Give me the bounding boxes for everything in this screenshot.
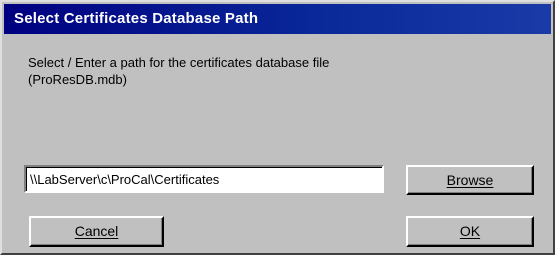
path-prompt-text: Select / Enter a path for the certificat… <box>28 55 330 87</box>
ok-button-label: OK <box>459 223 481 239</box>
database-path-input[interactable] <box>24 165 384 193</box>
browse-button[interactable]: Browse <box>406 165 534 195</box>
cancel-button[interactable]: Cancel <box>29 216 164 247</box>
select-certificates-dialog: Select Certificates Database Path Select… <box>0 0 555 255</box>
browse-button-label: Browse <box>446 172 494 188</box>
cancel-button-label: Cancel <box>74 223 119 239</box>
ok-button[interactable]: OK <box>406 216 534 247</box>
dialog-title: Select Certificates Database Path <box>4 4 551 34</box>
